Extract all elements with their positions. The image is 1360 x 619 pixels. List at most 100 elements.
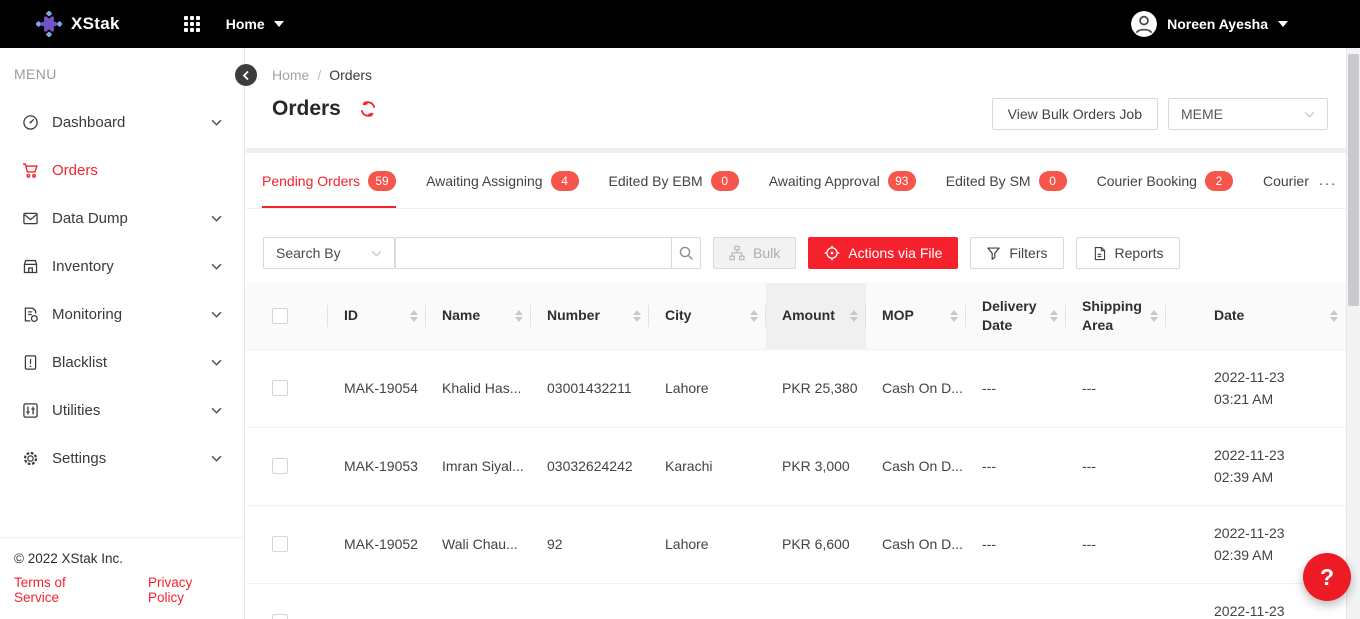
brand-logo[interactable]: XStak [36, 11, 120, 37]
refresh-icon[interactable] [359, 100, 377, 118]
sidebar-item-data-dump[interactable]: Data Dump [0, 194, 244, 242]
sort-carets-icon [750, 310, 758, 322]
tab-awaiting-assigning[interactable]: Awaiting Assigning 4 [426, 153, 578, 208]
column-header-shipping-area[interactable]: Shipping Area [1066, 283, 1166, 349]
cell-id: MAK-19053 [328, 427, 426, 505]
sidebar-item-orders[interactable]: Orders [0, 146, 244, 194]
sidebar-item-blacklist[interactable]: Blacklist [0, 338, 244, 386]
sidebar-menu: Dashboard Orders Data Dump [0, 98, 244, 482]
apps-grid-icon[interactable] [184, 16, 200, 32]
sort-carets-icon [633, 310, 641, 322]
report-file-icon [1092, 246, 1107, 261]
aim-icon [824, 245, 840, 261]
help-button[interactable]: ? [1303, 553, 1351, 601]
sidebar-item-settings[interactable]: Settings [0, 434, 244, 482]
table-row: MAK-19053 Imran Siyal... 03032624242 Kar… [246, 427, 1346, 505]
sidebar-collapse-button[interactable] [235, 64, 257, 86]
chevron-down-icon [211, 359, 222, 366]
search-input[interactable] [396, 238, 671, 268]
search-button[interactable] [671, 238, 700, 268]
table-row-partial: 2022-11-23 [246, 583, 1346, 619]
tab-count-badge: 0 [711, 171, 739, 191]
orders-tab-bar: Pending Orders 59 Awaiting Assigning 4 E… [246, 153, 1346, 209]
cell-city: Lahore [649, 505, 766, 583]
sort-carets-icon [515, 310, 523, 322]
cell-amount: PKR 6,600 [766, 505, 866, 583]
sort-carets-icon [1050, 310, 1058, 322]
cell-mop: Cash On D... [866, 427, 966, 505]
tab-courier-booking[interactable]: Courier Booking 2 [1097, 153, 1233, 208]
cart-icon [21, 162, 39, 179]
column-header-number[interactable]: Number [531, 283, 649, 349]
orders-table: ID Name Number City [246, 283, 1346, 619]
column-header-delivery-date[interactable]: Delivery Date [966, 283, 1066, 349]
cell-id: MAK-19054 [328, 349, 426, 427]
actions-via-file-button[interactable]: Actions via File [808, 237, 958, 269]
cell-id [328, 583, 426, 619]
control-icon [21, 402, 39, 419]
sidebar-footer: © 2022 XStak Inc. Terms of Service Priva… [0, 537, 244, 619]
chevron-down-icon [211, 119, 222, 126]
sidebar-item-inventory[interactable]: Inventory [0, 242, 244, 290]
filters-button[interactable]: Filters [970, 237, 1063, 269]
column-header-mop[interactable]: MOP [866, 283, 966, 349]
tab-edited-by-ebm[interactable]: Edited By EBM 0 [609, 153, 739, 208]
dashboard-icon [21, 114, 39, 131]
column-header-id[interactable]: ID [328, 283, 426, 349]
table-row: MAK-19054 Khalid Has... 03001432211 Laho… [246, 349, 1346, 427]
chevron-down-icon [1278, 21, 1288, 27]
cell-mop [866, 583, 966, 619]
cell-amount [766, 583, 866, 619]
top-navbar: XStak Home Noreen Ayesha [0, 0, 1360, 48]
tab-edited-by-sm[interactable]: Edited By SM 0 [946, 153, 1067, 208]
cell-name [426, 583, 531, 619]
sort-carets-icon [410, 310, 418, 322]
sidebar-item-utilities[interactable]: Utilities [0, 386, 244, 434]
tab-count-badge: 2 [1205, 171, 1233, 191]
cell-id: MAK-19052 [328, 505, 426, 583]
terms-of-service-link[interactable]: Terms of Service [14, 575, 112, 605]
tabs-overflow-button[interactable]: ... [1310, 153, 1346, 207]
bulk-button[interactable]: Bulk [713, 237, 796, 269]
tab-pending-orders[interactable]: Pending Orders 59 [262, 153, 396, 208]
sort-carets-icon [1330, 310, 1338, 322]
chevron-down-icon [211, 455, 222, 462]
nav-home-menu[interactable]: Home [226, 16, 284, 32]
row-checkbox[interactable] [272, 458, 288, 474]
view-bulk-orders-button[interactable]: View Bulk Orders Job [992, 98, 1158, 130]
cell-delivery-date [966, 583, 1066, 619]
select-all-checkbox[interactable] [272, 308, 288, 324]
cell-shipping-area: --- [1066, 349, 1166, 427]
column-header-amount[interactable]: Amount [766, 283, 866, 349]
row-checkbox[interactable] [272, 614, 288, 619]
cell-name: Wali Chau... [426, 505, 531, 583]
tab-awaiting-approval[interactable]: Awaiting Approval 93 [769, 153, 916, 208]
cell-shipping-area: --- [1066, 427, 1166, 505]
cell-number: 03032624242 [531, 427, 649, 505]
column-header-name[interactable]: Name [426, 283, 531, 349]
cluster-icon [729, 245, 745, 261]
gear-icon [21, 450, 39, 467]
brand-name: XStak [71, 14, 120, 34]
chevron-down-icon [1304, 111, 1315, 118]
sidebar-item-dashboard[interactable]: Dashboard [0, 98, 244, 146]
breadcrumb-separator: / [317, 67, 321, 83]
sort-carets-icon [1150, 310, 1158, 322]
page-header: Home / Orders Orders View Bulk Orders Jo… [246, 48, 1346, 148]
tab-count-badge: 4 [551, 171, 579, 191]
privacy-policy-link[interactable]: Privacy Policy [148, 575, 230, 605]
mail-icon [21, 210, 39, 227]
merchant-select[interactable]: MEME [1168, 98, 1328, 130]
breadcrumb-home[interactable]: Home [272, 67, 309, 83]
column-header-date[interactable]: Date [1166, 283, 1346, 349]
row-checkbox[interactable] [272, 536, 288, 552]
scrollbar-thumb[interactable] [1348, 54, 1359, 306]
reports-button[interactable]: Reports [1076, 237, 1180, 269]
sidebar-item-monitoring[interactable]: Monitoring [0, 290, 244, 338]
row-checkbox[interactable] [272, 380, 288, 396]
column-header-city[interactable]: City [649, 283, 766, 349]
search-by-select[interactable]: Search By [263, 237, 395, 269]
cell-delivery-date: --- [966, 349, 1066, 427]
user-menu[interactable]: Noreen Ayesha [1131, 11, 1288, 37]
chevron-down-icon [371, 250, 382, 257]
